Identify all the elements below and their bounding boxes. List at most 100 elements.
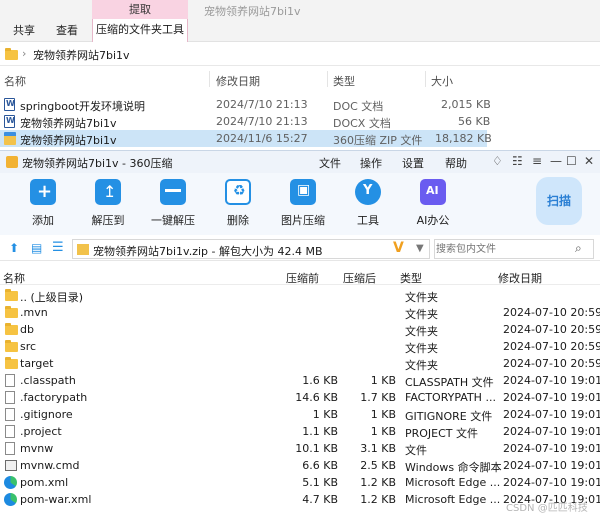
file-icon [5, 425, 15, 438]
extract-to-icon: ↥ [95, 179, 121, 205]
watermark: CSDN @匹匹科技 [506, 503, 588, 514]
file-size: 56 KB [458, 115, 491, 128]
archive-item-size-after: 1.2 KB [360, 476, 396, 489]
archive-item-size-after: 1 KB [370, 374, 396, 387]
archive-item-type: 文件夹 [405, 325, 438, 338]
archive-item-size-after: 1.2 KB [360, 493, 396, 506]
chevron-right-icon: › [22, 47, 27, 60]
view-icon[interactable]: ▤ [31, 241, 42, 255]
add-button[interactable]: + 添加 [15, 179, 71, 228]
add-label: 添加 [32, 214, 54, 227]
archive-item-type: 文件 [405, 444, 427, 457]
archive-row[interactable]: target 文件夹 2024-07-10 20:59 [0, 355, 600, 372]
file-row[interactable]: 宠物领养网站7bi1v 2024/7/10 21:13 DOCX 文档 56 K… [0, 113, 600, 130]
close-icon[interactable]: ✕ [584, 154, 594, 168]
archive-path-field[interactable]: 宠物领养网站7bi1v.zip - 解包大小为 42.4 MB V ▼ [72, 239, 430, 259]
archive-row[interactable]: .gitignore 1 KB 1 KB GITIGNORE 文件 2024-07-10… [0, 406, 600, 423]
archive-item-date: 2024-07-10 20:59 [503, 306, 600, 319]
image-compress-label: 图片压缩 [281, 214, 325, 227]
feedback-icon[interactable]: ☷ [512, 154, 523, 168]
folder-icon [5, 323, 18, 335]
menu-help[interactable]: 帮助 [445, 155, 467, 171]
tab-view[interactable]: 查看 [56, 22, 78, 38]
vip-icon[interactable]: V [393, 240, 404, 256]
hamburger-icon[interactable]: ≡ [532, 154, 542, 168]
zip-toolbar: + 添加 ↥ 解压到 一键解压 ♻ 删除 ▣ 图片压缩 Y 工具 AI AI办公… [0, 173, 600, 235]
image-compress-button[interactable]: ▣ 图片压缩 [275, 179, 331, 228]
menu-file[interactable]: 文件 [319, 155, 341, 171]
archive-item-date: 2024-07-10 19:01 [503, 374, 600, 387]
file-row-selected[interactable]: 宠物领养网站7bi1v 2024/11/6 15:27 360压缩 ZIP 文件… [0, 130, 492, 147]
archive-item-type: CLASSPATH 文件 [405, 376, 494, 389]
zip-app-window: 宠物领养网站7bi1v - 360压缩 文件 操作 设置 帮助 ♢ ☷ ≡ — … [0, 150, 600, 517]
column-name[interactable]: 名称 [4, 73, 26, 89]
menu-settings[interactable]: 设置 [402, 155, 424, 171]
file-type: DOCX 文档 [333, 117, 391, 130]
archive-item-date: 2024-07-10 19:01 [503, 476, 600, 489]
archive-row[interactable]: .mvn 文件夹 2024-07-10 20:59 [0, 304, 600, 321]
file-name: 宠物领养网站7bi1v [20, 134, 117, 147]
archive-row[interactable]: mvnw 10.1 KB 3.1 KB 文件 2024-07-10 19:01 [0, 440, 600, 457]
address-path: 宠物领养网站7bi1v [33, 49, 130, 62]
file-date: 2024/11/6 15:27 [216, 132, 308, 145]
delete-button[interactable]: ♻ 删除 [210, 179, 266, 228]
tab-share[interactable]: 共享 [13, 22, 35, 38]
archive-item-name: .classpath [20, 374, 76, 387]
archive-row[interactable]: pom.xml 5.1 KB 1.2 KB Microsoft Edge ... 202… [0, 474, 600, 491]
ai-office-button[interactable]: AI AI办公 [405, 179, 461, 228]
column-type[interactable]: 类型 [400, 270, 422, 286]
minimize-icon[interactable]: — [550, 154, 562, 168]
list-icon[interactable]: ☰ [52, 240, 64, 255]
column-modified[interactable]: 修改日期 [498, 270, 542, 286]
column-name[interactable]: 名称 [3, 270, 25, 286]
archive-item-type: PROJECT 文件 [405, 427, 479, 440]
column-size[interactable]: 大小 [431, 73, 453, 89]
archive-row[interactable]: src 文件夹 2024-07-10 20:59 [0, 338, 600, 355]
archive-item-name: .factorypath [20, 391, 88, 404]
column-size-after[interactable]: 压缩后 [343, 270, 376, 286]
up-arrow-icon[interactable]: ⬆ [9, 241, 19, 255]
shirt-icon[interactable]: ♢ [492, 154, 503, 168]
scan-button[interactable]: 扫描 [536, 177, 582, 225]
archive-item-date: 2024-07-10 19:01 [503, 442, 600, 455]
column-date[interactable]: 修改日期 [216, 73, 260, 89]
one-click-extract-button[interactable]: 一键解压 [145, 179, 201, 228]
zip-titlebar[interactable]: 宠物领养网站7bi1v - 360压缩 文件 操作 设置 帮助 ♢ ☷ ≡ — … [0, 151, 600, 173]
address-bar[interactable]: › 宠物领养网站7bi1v [0, 42, 600, 66]
file-date: 2024/7/10 21:13 [216, 115, 308, 128]
tools-button[interactable]: Y 工具 [340, 179, 396, 228]
one-click-extract-icon [160, 179, 186, 205]
column-type[interactable]: 类型 [333, 73, 355, 89]
archive-item-type: 文件夹 [405, 359, 438, 372]
column-divider[interactable] [327, 71, 328, 87]
file-icon [5, 374, 15, 387]
search-in-archive-box[interactable]: ⌕ [434, 239, 594, 259]
archive-item-name: .mvn [20, 306, 48, 319]
search-icon[interactable]: ⌕ [575, 241, 582, 256]
maximize-icon[interactable]: ☐ [566, 154, 577, 168]
archive-row[interactable]: .classpath 1.6 KB 1 KB CLASSPATH 文件 2024-07-… [0, 372, 600, 389]
search-input[interactable] [436, 241, 566, 257]
archive-row[interactable]: .factorypath 14.6 KB 1.7 KB FACTORYPATH ...… [0, 389, 600, 406]
archive-row[interactable]: .. (上级目录) 文件夹 [0, 287, 600, 304]
archive-row[interactable]: mvnw.cmd 6.6 KB 2.5 KB Windows 命令脚本 2024-07-… [0, 457, 600, 474]
archive-row[interactable]: db 文件夹 2024-07-10 20:59 [0, 321, 600, 338]
column-size-before[interactable]: 压缩前 [286, 270, 319, 286]
archive-item-name: pom.xml [20, 476, 69, 489]
tab-compressed-folder-tools[interactable]: 压缩的文件夹工具 [92, 19, 188, 42]
menu-action[interactable]: 操作 [360, 155, 382, 171]
column-divider[interactable] [425, 71, 426, 87]
archive-item-type: Windows 命令脚本 [405, 461, 502, 474]
archive-row[interactable]: .project 1.1 KB 1 KB PROJECT 文件 2024-07-10 1… [0, 423, 600, 440]
archive-item-date: 2024-07-10 19:01 [503, 391, 600, 404]
folder-icon [5, 306, 18, 318]
folder-icon [5, 289, 18, 301]
column-divider[interactable] [209, 71, 210, 87]
archive-item-name: src [20, 340, 37, 353]
extract-to-button[interactable]: ↥ 解压到 [80, 179, 136, 228]
file-size: 2,015 KB [441, 98, 491, 111]
archive-item-type: 文件夹 [405, 308, 438, 321]
context-group-extract[interactable]: 提取 [92, 0, 188, 19]
file-row[interactable]: springboot开发环境说明 2024/7/10 21:13 DOC 文档 … [0, 96, 600, 113]
chevron-down-icon[interactable]: ▼ [416, 243, 424, 254]
